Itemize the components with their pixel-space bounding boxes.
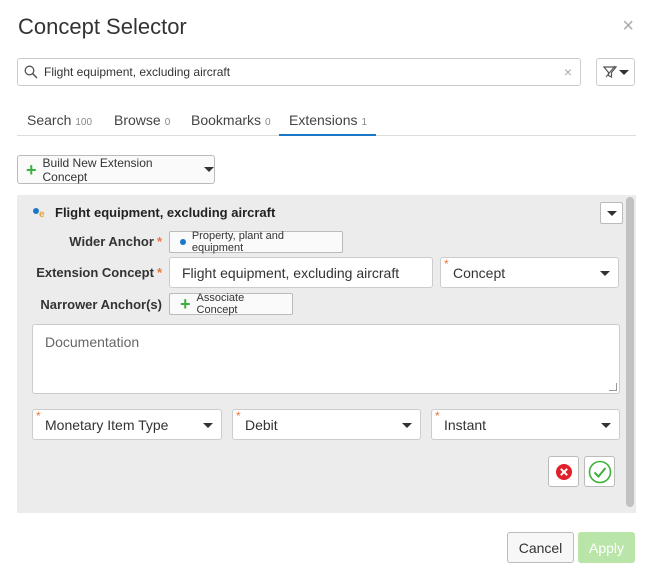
required-mark: *	[444, 257, 449, 271]
item-type-select[interactable]: * Monetary Item Type	[32, 409, 222, 440]
concept-heading: Flight equipment, excluding aircraft	[55, 205, 276, 220]
plus-icon: +	[180, 294, 191, 314]
period-select[interactable]: * Instant	[431, 409, 620, 440]
apply-button[interactable]: Apply	[578, 532, 635, 563]
balance-select[interactable]: * Debit	[232, 409, 421, 440]
chevron-down-icon	[402, 423, 412, 428]
associate-label: Associate Concept	[196, 292, 245, 316]
chevron-down-icon	[204, 167, 214, 172]
required-mark: *	[156, 234, 162, 249]
concept-dot-icon	[180, 239, 186, 245]
concept-header: e Flight equipment, excluding aircraft	[33, 205, 275, 220]
chevron-down-icon	[601, 423, 611, 428]
chevron-down-icon	[618, 69, 629, 75]
extension-concept-value: Flight equipment, excluding aircraft	[182, 264, 400, 281]
panel-scrollbar[interactable]	[626, 197, 634, 507]
dialog-title: Concept Selector	[18, 14, 187, 39]
tab-count: 100	[75, 117, 93, 128]
tab-count: 1	[361, 117, 368, 128]
documentation-field[interactable]: Documentation	[32, 324, 620, 394]
tab-count: 0	[265, 117, 271, 128]
chevron-down-icon	[600, 271, 610, 276]
tab-count: 0	[164, 117, 171, 128]
required-mark: *	[236, 409, 241, 423]
tab-bar: Search 100 Browse 0 Bookmarks 0 Extensions 1	[17, 104, 636, 136]
check-icon	[588, 460, 611, 483]
wider-anchor-label: Wider Anchor *	[69, 234, 162, 249]
chevron-down-icon	[606, 210, 617, 216]
tab-label: Browse	[114, 112, 161, 128]
delete-icon	[555, 463, 572, 480]
tab-label: Bookmarks	[191, 112, 262, 128]
search-box[interactable]: ×	[17, 58, 581, 86]
collapse-button[interactable]	[600, 202, 623, 224]
period-value: Instant	[444, 416, 487, 433]
resize-handle[interactable]	[609, 383, 617, 391]
tab-bookmarks[interactable]: Bookmarks 0	[181, 104, 281, 136]
tab-label: Search	[27, 112, 72, 128]
wider-anchor-value: Property, plant and equipment	[191, 230, 284, 254]
chevron-down-icon	[203, 423, 213, 428]
tab-search[interactable]: Search 100	[17, 104, 102, 136]
concept-type-value: Concept	[453, 264, 506, 281]
required-mark: *	[435, 409, 440, 423]
required-mark: *	[156, 265, 162, 280]
tab-extensions[interactable]: Extensions 1	[279, 104, 376, 136]
concept-type-select[interactable]: * Concept	[440, 257, 619, 288]
filter-icon	[602, 65, 617, 78]
build-label: Build New Extension Concept	[42, 155, 153, 184]
delete-button[interactable]	[548, 456, 579, 487]
clear-search-icon[interactable]: ×	[564, 64, 572, 80]
balance-value: Debit	[245, 416, 278, 433]
close-icon[interactable]: ×	[622, 16, 634, 36]
extension-panel: e Flight equipment, excluding aircraft W…	[17, 195, 636, 513]
plus-icon: +	[26, 159, 37, 180]
wider-anchor-chip[interactable]: Property, plant and equipment	[169, 230, 343, 254]
search-icon	[24, 65, 38, 79]
associate-concept-button[interactable]: + Associate Concept	[169, 292, 293, 316]
tab-label: Extensions	[289, 112, 358, 128]
tab-browse[interactable]: Browse 0	[104, 104, 180, 136]
extension-concept-label: Extension Concept *	[36, 265, 162, 280]
search-input[interactable]	[42, 62, 552, 82]
filter-button[interactable]	[596, 58, 635, 86]
required-mark: *	[36, 409, 41, 423]
build-new-extension-button[interactable]: + Build New Extension Concept	[17, 155, 215, 184]
extension-concept-field[interactable]: Flight equipment, excluding aircraft	[169, 257, 433, 288]
documentation-placeholder: Documentation	[45, 334, 140, 350]
extension-concept-icon: e	[33, 206, 47, 220]
item-type-value: Monetary Item Type	[45, 416, 169, 433]
cancel-button[interactable]: Cancel	[507, 532, 574, 563]
narrower-anchor-label: Narrower Anchor(s)	[40, 297, 162, 312]
confirm-button[interactable]	[584, 456, 615, 487]
